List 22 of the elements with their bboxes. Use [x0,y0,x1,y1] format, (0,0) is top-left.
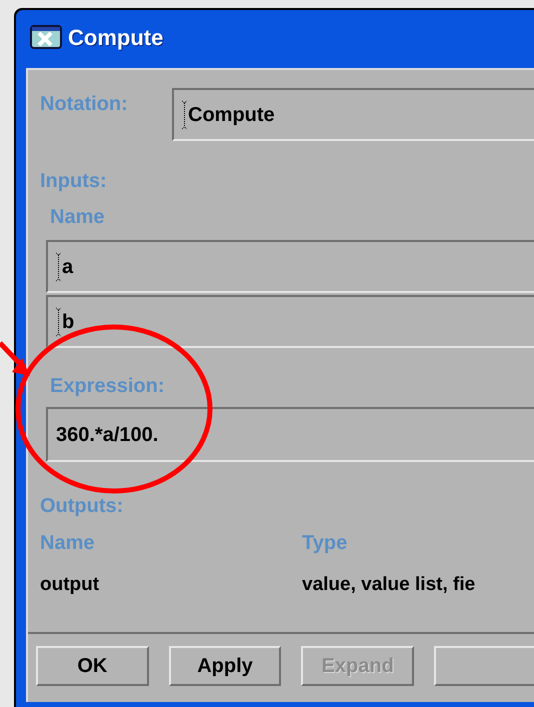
output-column-header: Name [40,533,96,553]
input-name-field[interactable]: b [46,295,534,348]
window-title: Compute [68,24,164,52]
notation-label: Notation: [40,92,129,114]
dialog-button[interactable] [434,646,534,686]
expression-label: Expression: [50,376,164,396]
output-type: value, value list, fie [302,575,476,594]
name-column-header: Name [50,207,104,227]
expression-field[interactable]: 360.*a/100. [46,407,534,462]
text-caret-icon [56,306,61,336]
outputs-label: Outputs: [40,496,124,516]
annotation-arrow [0,341,30,376]
output-column-header: Type [302,533,348,553]
dialog-button[interactable]: Apply [168,646,282,686]
inputs-label: Inputs: [40,171,107,191]
input-name-field[interactable]: a [46,240,534,293]
text-caret-icon [56,252,61,282]
window-icon [30,25,62,49]
notation-field[interactable]: Compute [172,88,534,141]
output-name: output [40,575,100,594]
text-caret-icon [182,100,187,130]
dialog-button[interactable]: OK [36,646,149,686]
